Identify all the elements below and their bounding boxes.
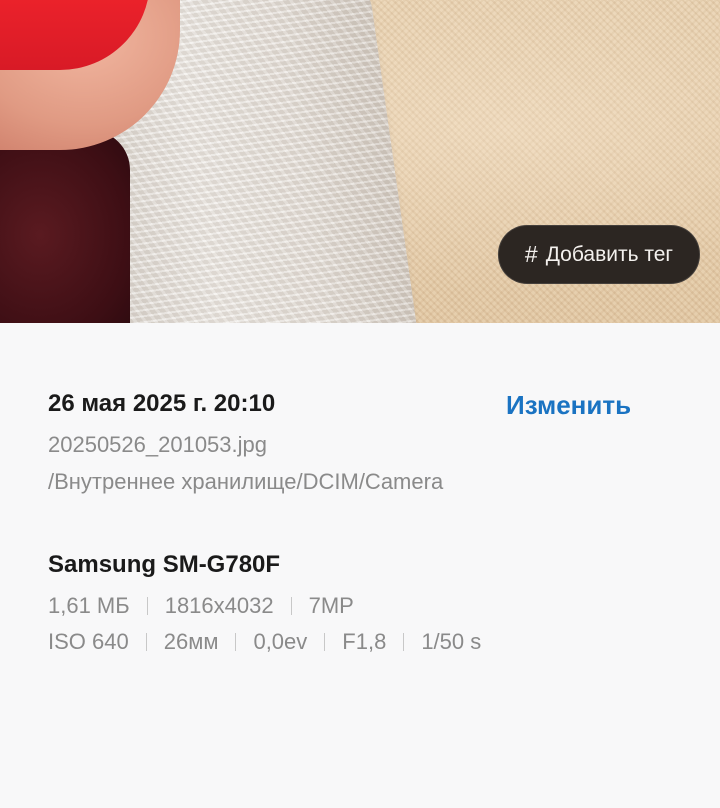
camera-info-row: ISO 640 26мм 0,0ev F1,8 1/50 s [48, 629, 481, 655]
file-info-row: 1,61 МБ 1816x4032 7MP [48, 593, 354, 619]
photo-datetime: 26 мая 2025 г. 20:10 [48, 390, 276, 417]
resolution: 1816x4032 [164, 593, 274, 618]
divider [235, 633, 237, 651]
exposure-value: 0,0ev [253, 629, 308, 654]
divider [403, 633, 405, 651]
photo-preview[interactable]: # Добавить тег [0, 0, 720, 323]
focal-length: 26мм [163, 629, 219, 654]
file-path: /Внутреннее хранилище/DCIM/Camera [48, 469, 444, 494]
megapixels: 7MP [308, 593, 354, 618]
divider [290, 597, 292, 615]
file-name: 20250526_201053.jpg [48, 432, 268, 457]
edit-button[interactable]: Изменить [506, 390, 631, 421]
shutter-speed: 1/50 s [421, 629, 482, 654]
file-size: 1,61 МБ [48, 593, 130, 618]
device-name: Samsung SM-G780F [48, 551, 281, 578]
divider [146, 597, 148, 615]
photo-dark-area [0, 130, 130, 323]
aperture: F1,8 [342, 629, 387, 654]
divider [145, 633, 147, 651]
iso-value: ISO 640 [48, 629, 129, 654]
divider [324, 633, 326, 651]
hash-icon: # [524, 241, 538, 267]
add-tag-label: Добавить тег [545, 242, 674, 266]
add-tag-button[interactable]: # Добавить тег [498, 225, 700, 284]
